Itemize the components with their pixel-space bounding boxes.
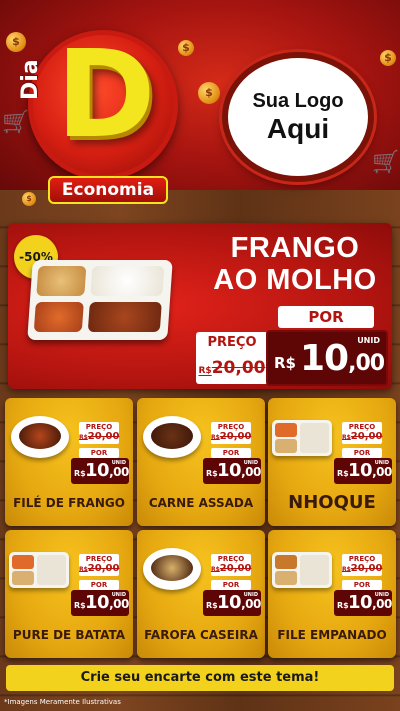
new-price-box: R$ 10,00 UNID [71,458,129,484]
shopping-cart-icon: 🛒 [372,150,400,175]
featured-food-image [27,260,173,340]
logo-placeholder-line2: Aqui [266,112,330,144]
old-price-tag: PREÇO R$20,00 [211,554,251,576]
unit-label: UNID [111,460,126,466]
preco-label: PREÇO [217,423,245,431]
old-price: R$20,00 [342,431,383,442]
currency-symbol: R$ [274,354,296,372]
food-image [9,552,69,588]
preco-label: PREÇO [85,423,113,431]
currency-symbol: R$ [74,601,86,610]
old-price: R$20,00 [79,431,120,442]
logo-economia-label: Economia [48,176,168,204]
product-card[interactable]: PREÇO R$20,00 POR R$ 10,00 UNID PURE DE … [5,530,133,658]
old-price-tag: PREÇO R$20,00 [79,422,119,444]
logo-d-letter: D [56,26,156,165]
unit-label: UNID [374,460,389,466]
unit-label: UNID [111,592,126,598]
food-image [143,548,201,590]
unit-label: UNID [243,592,258,598]
product-card[interactable]: PREÇO R$20,00 POR R$ 10,00 UNID FAROFA C… [137,530,265,658]
old-price-tag: PREÇO R$20,00 [79,554,119,576]
coin-icon: $ [380,50,396,66]
old-price: R$20,00 [211,431,252,442]
product-card[interactable]: PREÇO R$20,00 POR R$ 10,00 UNID NHOQUE [268,398,396,526]
logo-placeholder-line1: Sua Logo [252,89,344,112]
old-price-tag: PREÇO R$20,00 [342,554,382,576]
new-price-box: R$ 10,00 UNID [334,458,392,484]
product-card[interactable]: PREÇO R$20,00 POR R$ 10,00 UNID CARNE AS… [137,398,265,526]
preco-label: PREÇO [348,555,376,563]
cta-banner[interactable]: Crie seu encarte com este tema! [6,665,394,691]
unit-label: UNID [357,336,380,345]
product-card[interactable]: PREÇO R$20,00 POR R$ 10,00 UNID FILÉ DE … [5,398,133,526]
new-price-box: R$ 10,00 UNID [203,590,261,616]
currency-symbol: R$ [337,469,349,478]
featured-title-line2: AO MOLHO [213,264,377,296]
new-price-box: R$ 10,00 UNID [334,590,392,616]
por-label: POR [342,580,382,590]
old-price: R$20,00 [79,563,120,574]
logo-dia-label: Dia [18,59,43,100]
store-logo-placeholder[interactable]: Sua Logo Aqui [222,52,374,182]
por-label: POR [211,580,251,590]
unit-label: UNID [243,460,258,466]
old-price: R$20,00 [342,563,383,574]
por-label: POR [342,448,382,458]
product-card[interactable]: PREÇO R$20,00 POR R$ 10,00 UNID FILE EMP… [268,530,396,658]
preco-label: PREÇO [348,423,376,431]
preco-label: PREÇO [85,555,113,563]
preco-label: PREÇO [217,555,245,563]
por-label: POR [79,448,119,458]
food-image [11,416,69,458]
food-image [272,552,332,588]
product-name: FAROFA CASEIRA [144,628,258,642]
preco-label: PREÇO [207,335,257,350]
old-price-box: PREÇO R$20,00 [196,332,268,384]
currency-symbol: R$ [206,601,218,610]
footnote: *Imagens Meramente Ilustrativas [4,698,121,706]
currency-symbol: R$ [74,469,86,478]
new-price-box: R$ 10,00 UNID [266,330,388,386]
currency-symbol: R$ [206,469,218,478]
old-price: R$20,00 [198,358,266,378]
unit-label: UNID [374,592,389,598]
featured-title: FRANGO AO MOLHO [200,232,390,296]
old-price-tag: PREÇO R$20,00 [211,422,251,444]
new-price-box: R$ 10,00 UNID [203,458,261,484]
product-name: FILE EMPANADO [277,628,387,642]
product-name: PURE DE BATATA [12,628,126,642]
por-label: POR [79,580,119,590]
product-name: NHOQUE [288,492,376,513]
por-label: POR [211,448,251,458]
food-image [143,416,201,458]
featured-price-block: POR PREÇO R$20,00 R$ 10,00 UNID [196,306,388,386]
food-image [272,420,332,456]
currency-symbol: R$ [337,601,349,610]
new-price-box: R$ 10,00 UNID [71,590,129,616]
product-name: FILÉ DE FRANGO [13,496,125,510]
old-price: R$20,00 [211,563,252,574]
product-name: CARNE ASSADA [148,496,254,510]
old-price-tag: PREÇO R$20,00 [342,422,382,444]
dia-d-logo: D Dia Economia [8,30,218,205]
por-label: POR [278,306,374,328]
featured-title-line1: FRANGO [230,232,360,264]
